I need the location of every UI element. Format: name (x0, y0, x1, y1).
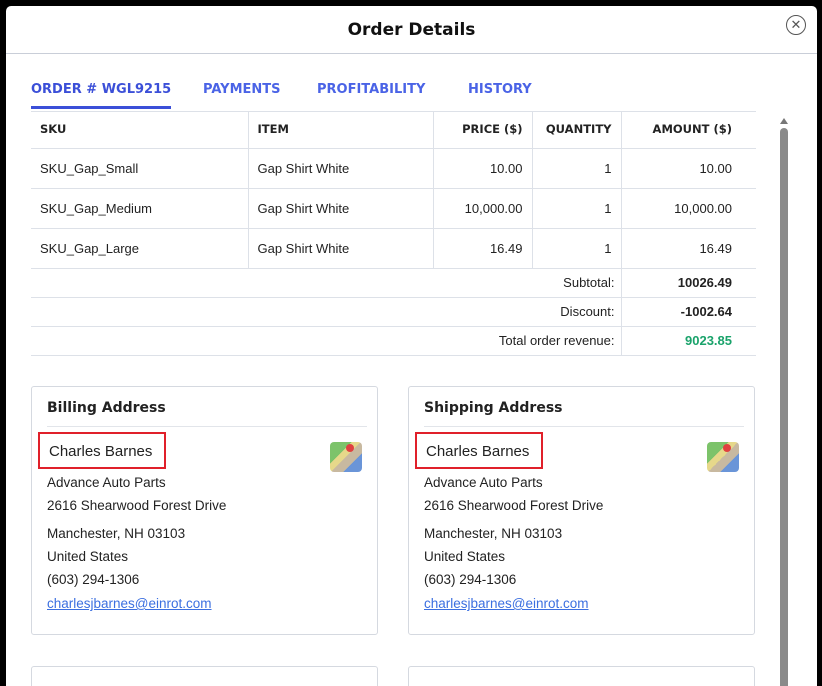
amount-cell: 10,000.00 (620, 187, 756, 229)
subtotal-value: 10026.49 (620, 267, 756, 298)
shipping-country: United States (424, 549, 506, 564)
order-items-table: SKU ITEM PRICE ($) QUANTITY AMOUNT ($) S… (31, 111, 756, 356)
billing-company: Advance Auto Parts (47, 475, 166, 490)
col-item: ITEM (247, 111, 434, 149)
subtotal-row: Subtotal: 10026.49 (31, 267, 756, 298)
shipping-name: Charles Barnes (415, 432, 543, 469)
tab-history[interactable]: HISTORY (468, 82, 532, 97)
scroll-up-icon[interactable] (780, 118, 788, 124)
sku-cell: SKU_Gap_Small (31, 147, 249, 189)
total-row: Total order revenue: 9023.85 (31, 325, 756, 356)
order-details-modal: Order Details ✕ ORDER # WGL9215 PAYMENTS… (6, 6, 817, 686)
table-row: SKU_Gap_Medium Gap Shirt White 10,000.00… (31, 187, 756, 229)
item-cell: Gap Shirt White (247, 187, 434, 229)
billing-city: Manchester, NH 03103 (47, 526, 186, 541)
table-row: SKU_Gap_Large Gap Shirt White 16.49 1 16… (31, 227, 756, 269)
tab-bar: ORDER # WGL9215 PAYMENTS PROFITABILITY H… (31, 76, 756, 112)
discount-row: Discount: -1002.64 (31, 296, 756, 327)
billing-street: 2616 Shearwood Forest Drive (47, 498, 227, 513)
close-icon[interactable]: ✕ (786, 15, 806, 35)
col-sku: SKU (31, 111, 249, 149)
billing-country: United States (47, 549, 129, 564)
billing-title: Billing Address (47, 400, 367, 427)
shipping-address-card: Shipping Address Charles Barnes Advance … (408, 386, 755, 635)
discount-label: Discount: (31, 296, 621, 327)
col-amount: AMOUNT ($) (620, 111, 756, 149)
billing-name: Charles Barnes (38, 432, 166, 469)
quantity-cell: 1 (531, 187, 622, 229)
price-cell: 10.00 (432, 147, 533, 189)
quantity-cell: 1 (531, 227, 622, 269)
col-quantity: QUANTITY (531, 111, 622, 149)
shipping-street: 2616 Shearwood Forest Drive (424, 498, 604, 513)
sku-cell: SKU_Gap_Medium (31, 187, 249, 229)
discount-value: -1002.64 (620, 296, 756, 327)
google-maps-icon[interactable] (707, 442, 739, 472)
shipping-email-link[interactable]: charlesjbarnes@einrot.com (424, 596, 589, 611)
price-cell: 10,000.00 (432, 187, 533, 229)
table-row: SKU_Gap_Small Gap Shirt White 10.00 1 10… (31, 147, 756, 189)
modal-title: Order Details (347, 19, 476, 40)
amount-cell: 16.49 (620, 227, 756, 269)
item-cell: Gap Shirt White (247, 227, 434, 269)
billing-phone: (603) 294-1306 (47, 572, 140, 587)
tab-payments[interactable]: PAYMENTS (203, 82, 281, 97)
shipping-company: Advance Auto Parts (424, 475, 543, 490)
shipping-city: Manchester, NH 03103 (424, 526, 563, 541)
google-maps-icon[interactable] (330, 442, 362, 472)
quantity-cell: 1 (531, 147, 622, 189)
col-price: PRICE ($) (432, 111, 533, 149)
scrollbar[interactable] (778, 114, 790, 686)
total-value: 9023.85 (620, 325, 756, 356)
total-label: Total order revenue: (31, 325, 621, 356)
tab-order[interactable]: ORDER # WGL9215 (31, 82, 172, 109)
amount-cell: 10.00 (620, 147, 756, 189)
subtotal-label: Subtotal: (31, 267, 621, 298)
billing-email-link[interactable]: charlesjbarnes@einrot.com (47, 596, 212, 611)
shipping-title: Shipping Address (424, 400, 744, 427)
tab-profitability[interactable]: PROFITABILITY (317, 82, 425, 97)
sku-cell: SKU_Gap_Large (31, 227, 249, 269)
item-cell: Gap Shirt White (247, 147, 434, 189)
additional-card (408, 666, 755, 686)
scrollbar-thumb[interactable] (780, 128, 788, 686)
billing-address-card: Billing Address Charles Barnes Advance A… (31, 386, 378, 635)
price-cell: 16.49 (432, 227, 533, 269)
additional-card (31, 666, 378, 686)
shipping-phone: (603) 294-1306 (424, 572, 517, 587)
table-header-row: SKU ITEM PRICE ($) QUANTITY AMOUNT ($) (31, 111, 756, 149)
modal-header: Order Details ✕ (6, 6, 817, 54)
